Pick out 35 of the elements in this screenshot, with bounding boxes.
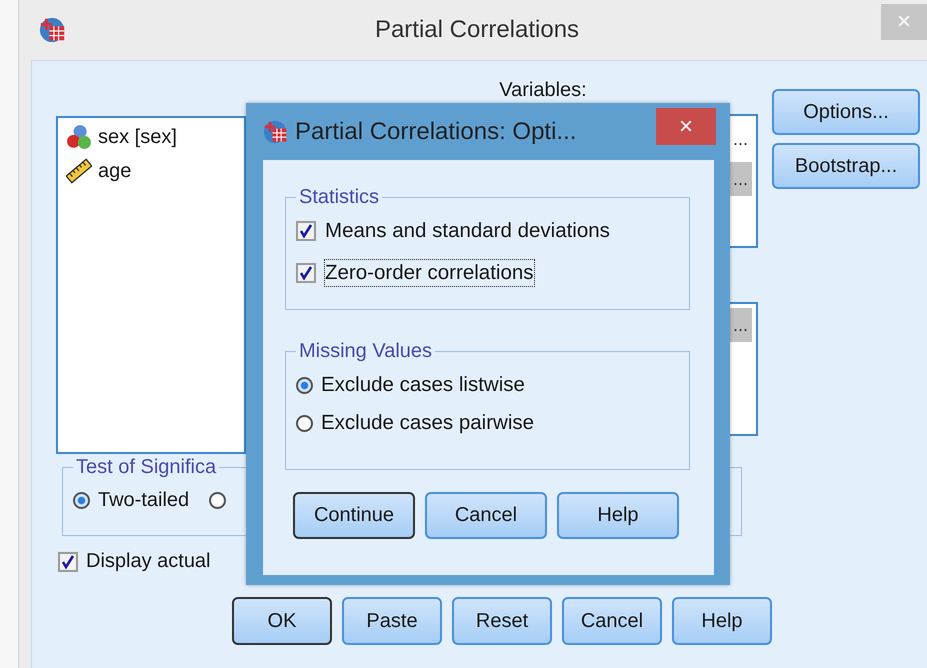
dialog-button[interactable]: Help	[557, 492, 679, 539]
close-button[interactable]: ×	[656, 108, 716, 145]
checkbox[interactable]	[296, 221, 316, 241]
radio-option[interactable]: Exclude cases listwise	[296, 373, 679, 397]
checkbox[interactable]	[296, 263, 316, 283]
variable-name[interactable]: sex [sex]	[98, 126, 177, 148]
checkbox-option[interactable]: Means and standard deviations	[296, 217, 679, 245]
dialog-button[interactable]: Help	[672, 597, 772, 645]
checkbox-option[interactable]: Display actual	[58, 550, 927, 573]
dialog-button[interactable]: OK	[232, 597, 332, 645]
radio-circle[interactable]	[296, 376, 313, 394]
radio-circle[interactable]	[296, 414, 313, 432]
radio-option[interactable]: Exclude cases pairwise	[296, 411, 679, 435]
dialog-button[interactable]: Continue	[293, 492, 415, 539]
side-button[interactable]: Options...	[772, 89, 920, 135]
radio-option[interactable]: Two-tailed	[73, 489, 190, 512]
table-icon	[263, 118, 289, 144]
group-title: Statistics	[298, 186, 380, 209]
window-title: Partial Correlations	[374, 16, 580, 44]
dialog-button[interactable]: Cancel	[425, 492, 547, 539]
radio-circle[interactable]	[209, 492, 226, 509]
variables-label: Variables:	[499, 79, 587, 102]
source-variable-list[interactable]: sex [sex] age	[56, 116, 246, 454]
variable-name[interactable]: age	[98, 160, 132, 182]
balls-icon	[66, 124, 92, 150]
dialog-button[interactable]: Reset	[452, 597, 552, 645]
table-icon	[39, 16, 67, 44]
radio-circle[interactable]	[73, 492, 90, 509]
group-title: Missing Values	[298, 340, 434, 363]
dialog-title: Partial Correlations: Opti...	[295, 118, 576, 146]
group-title: Test of Significa	[75, 456, 218, 479]
dialog-button[interactable]: Cancel	[562, 597, 662, 645]
side-button[interactable]: Bootstrap...	[772, 143, 920, 189]
checkbox[interactable]	[58, 552, 78, 572]
dialog-button[interactable]: Paste	[342, 597, 442, 645]
